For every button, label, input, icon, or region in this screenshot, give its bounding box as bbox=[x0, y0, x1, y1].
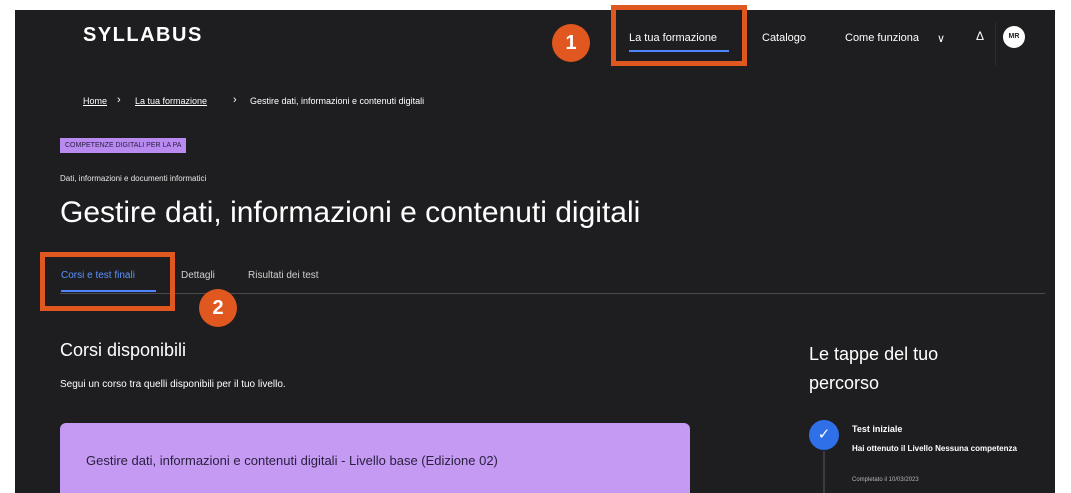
user-avatar[interactable]: MR bbox=[1003, 26, 1025, 48]
breadcrumb-separator-icon: › bbox=[117, 94, 121, 106]
step-badge-2: 2 bbox=[199, 289, 237, 327]
header-divider bbox=[995, 22, 996, 66]
highlight-box-nav bbox=[611, 5, 747, 66]
step-title: Test iniziale bbox=[852, 424, 903, 434]
step-date: Completato il 10/03/2023 bbox=[852, 477, 919, 483]
timeline-connector bbox=[823, 451, 825, 493]
nav-catalogo[interactable]: Catalogo bbox=[762, 32, 806, 44]
breadcrumb-formazione[interactable]: La tua formazione bbox=[135, 96, 207, 106]
step-badge-1: 1 bbox=[552, 24, 590, 62]
chevron-down-icon[interactable]: ∨ bbox=[937, 32, 945, 45]
course-title[interactable]: Gestire dati, informazioni e contenuti d… bbox=[86, 453, 498, 468]
step-description: Hai ottenuto il Livello Nessuna competen… bbox=[852, 444, 1017, 453]
tab-dettagli[interactable]: Dettagli bbox=[181, 270, 215, 281]
page-title: Gestire dati, informazioni e contenuti d… bbox=[60, 196, 641, 229]
breadcrumb-separator-icon: › bbox=[233, 94, 237, 106]
courses-description: Segui un corso tra quelli disponibili pe… bbox=[60, 379, 286, 390]
breadcrumb-current: Gestire dati, informazioni e contenuti d… bbox=[250, 96, 425, 106]
journey-title: Le tappe del tuo percorso bbox=[809, 344, 939, 393]
syllabus-logo[interactable]: SYLLABUS bbox=[83, 24, 203, 47]
courses-section-title: Corsi disponibili bbox=[60, 340, 187, 360]
nav-come-funziona[interactable]: Come funziona bbox=[845, 32, 919, 44]
highlight-box-tab bbox=[40, 252, 175, 311]
tab-risultati-dei-test[interactable]: Risultati dei test bbox=[248, 270, 319, 281]
course-card[interactable]: Gestire dati, informazioni e contenuti d… bbox=[60, 423, 690, 493]
check-icon: ✓ bbox=[809, 420, 839, 450]
bell-icon[interactable]: Δ bbox=[976, 29, 984, 43]
breadcrumb-home[interactable]: Home bbox=[83, 96, 107, 106]
category-tag: COMPETENZE DIGITALI PER LA PA bbox=[60, 138, 187, 153]
page-subtitle: Dati, informazioni e documenti informati… bbox=[60, 174, 207, 183]
